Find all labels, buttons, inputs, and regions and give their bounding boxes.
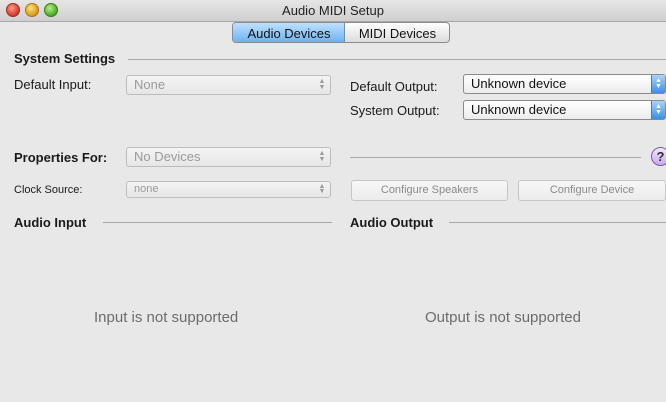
audio-input-title: Audio Input bbox=[14, 215, 87, 230]
system-settings-title: System Settings bbox=[14, 51, 116, 66]
default-input-label: Default Input: bbox=[14, 77, 92, 92]
window-title: Audio MIDI Setup bbox=[282, 3, 384, 18]
popup-arrows-icon: ▲ ▼ bbox=[318, 78, 326, 91]
default-output-value: Unknown device bbox=[471, 76, 567, 91]
system-output-value: Unknown device bbox=[471, 102, 567, 117]
popup-arrows-icon: ▲ ▼ bbox=[651, 75, 665, 93]
audio-output-divider bbox=[449, 222, 666, 223]
output-not-supported-message: Output is not supported bbox=[425, 309, 581, 326]
toolbar: Audio Devices MIDI Devices bbox=[0, 22, 666, 43]
properties-for-label: Properties For: bbox=[14, 150, 108, 165]
default-input-value: None bbox=[134, 77, 166, 92]
default-input-popup[interactable]: None ▲ ▼ bbox=[126, 75, 331, 95]
clock-source-label: Clock Source: bbox=[14, 184, 83, 196]
input-not-supported-message: Input is not supported bbox=[94, 309, 239, 326]
tab-group: Audio Devices MIDI Devices bbox=[232, 22, 450, 43]
popup-arrows-icon: ▲ ▼ bbox=[318, 150, 326, 163]
tab-audio-devices[interactable]: Audio Devices bbox=[233, 23, 345, 42]
help-button[interactable]: ? bbox=[651, 147, 666, 166]
window-titlebar: Audio MIDI Setup bbox=[0, 0, 666, 22]
audio-output-title: Audio Output bbox=[350, 215, 434, 230]
popup-arrows-icon: ▲ ▼ bbox=[651, 101, 665, 119]
system-settings-divider bbox=[128, 59, 666, 60]
tab-midi-devices[interactable]: MIDI Devices bbox=[345, 23, 449, 42]
properties-for-popup[interactable]: No Devices ▲ ▼ bbox=[126, 147, 331, 167]
properties-divider bbox=[350, 157, 641, 158]
clock-source-value: none bbox=[134, 183, 159, 195]
default-output-popup[interactable]: Unknown device ▲ ▼ bbox=[463, 74, 666, 94]
system-output-label: System Output: bbox=[350, 103, 440, 118]
clock-source-popup[interactable]: none ▲ ▼ bbox=[126, 181, 331, 198]
audio-input-divider bbox=[103, 222, 332, 223]
default-output-label: Default Output: bbox=[350, 79, 438, 94]
popup-arrows-icon: ▲ ▼ bbox=[318, 183, 326, 195]
configure-speakers-button[interactable]: Configure Speakers bbox=[351, 180, 508, 201]
properties-for-value: No Devices bbox=[134, 149, 201, 164]
configure-device-button[interactable]: Configure Device bbox=[518, 180, 666, 201]
system-output-popup[interactable]: Unknown device ▲ ▼ bbox=[463, 100, 666, 120]
